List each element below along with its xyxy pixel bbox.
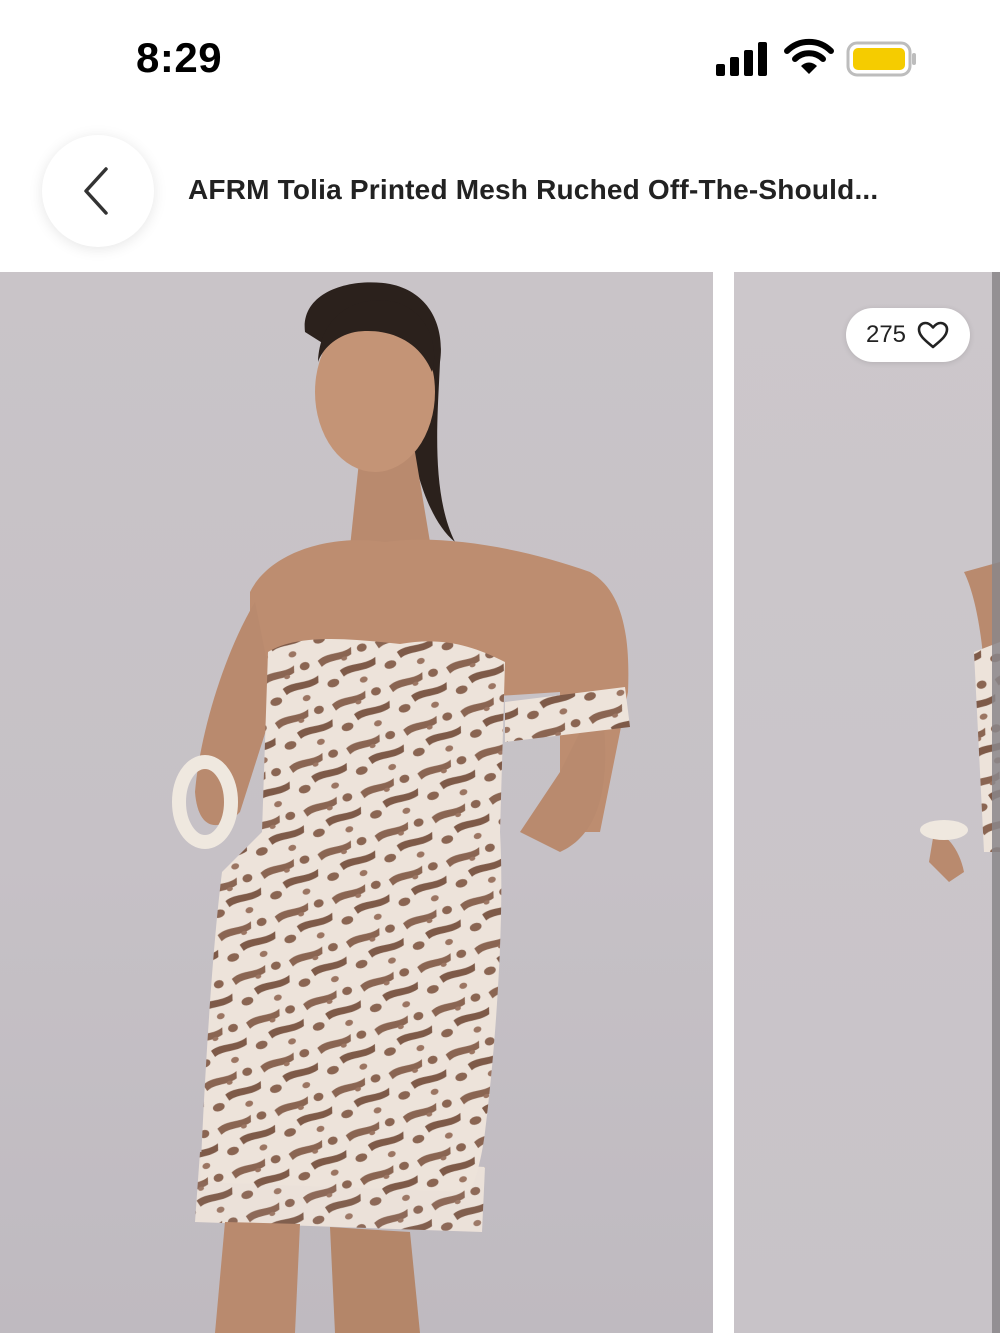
signal-icon [716, 42, 767, 76]
chevron-left-icon [84, 167, 108, 215]
likes-button[interactable]: 275 [846, 308, 970, 362]
battery-icon [846, 41, 916, 77]
status-bar: 8:29 [0, 0, 1000, 110]
page-title: AFRM Tolia Printed Mesh Ruched Off-The-S… [188, 174, 879, 205]
status-time: 8:29 [136, 34, 223, 81]
likes-count: 275 [865, 321, 907, 348]
product-image-gallery[interactable]: 275 [0, 272, 1000, 1333]
back-button[interactable] [42, 135, 154, 247]
heart-outline-icon [917, 321, 949, 349]
product-photo-side[interactable] [734, 272, 1000, 1333]
header: AFRM Tolia Printed Mesh Ruched Off-The-S… [0, 110, 1000, 272]
wifi-icon [784, 38, 834, 74]
gallery-edge [992, 272, 1000, 1333]
model-illustration [172, 282, 630, 1333]
product-photo-front[interactable] [0, 272, 713, 1333]
model-illustration-side [920, 562, 1000, 882]
